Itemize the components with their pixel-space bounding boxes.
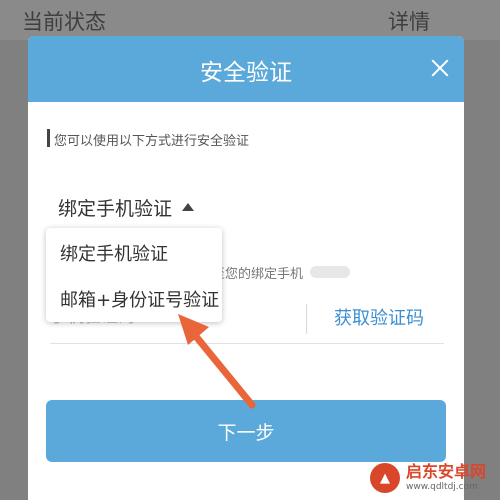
site-watermark: ▲ 启东安卓网 www.qdltdj.com: [370, 458, 498, 498]
input-underline: [50, 343, 444, 344]
watermark-text: 启东安卓网 www.qdltdj.com: [406, 463, 486, 493]
dialog-title: 安全验证: [200, 60, 292, 86]
masked-phone-number: [310, 266, 350, 278]
input-divider: [306, 304, 307, 334]
watermark-name: 启东安卓网: [406, 462, 487, 481]
close-icon[interactable]: [428, 56, 452, 80]
dropdown-option-phone[interactable]: 绑定手机验证: [60, 240, 168, 266]
next-step-button[interactable]: 下一步: [46, 400, 446, 462]
dialog-header: 安全验证: [28, 36, 464, 102]
selected-method-label: 绑定手机验证: [58, 197, 173, 220]
method-dropdown-menu: 绑定手机验证 邮箱+身份证号验证: [46, 228, 222, 322]
watermark-url: www.qdltdj.com: [406, 482, 478, 492]
watermark-logo-icon: ▲: [370, 463, 400, 493]
dropdown-option-email-id[interactable]: 邮箱+身份证号验证: [60, 286, 219, 312]
verification-hint: 您可以使用以下方式进行安全验证: [54, 134, 250, 149]
get-code-button[interactable]: 获取验证码: [334, 304, 424, 330]
background-details-link[interactable]: 详情: [388, 6, 430, 36]
background-status-label: 当前状态: [22, 10, 106, 34]
hint-accent-bar: [47, 129, 50, 147]
verification-method-select[interactable]: 绑定手机验证: [58, 192, 195, 222]
caret-up-icon: [182, 203, 195, 211]
sent-to-phone-text: 至您的绑定手机: [212, 267, 304, 282]
